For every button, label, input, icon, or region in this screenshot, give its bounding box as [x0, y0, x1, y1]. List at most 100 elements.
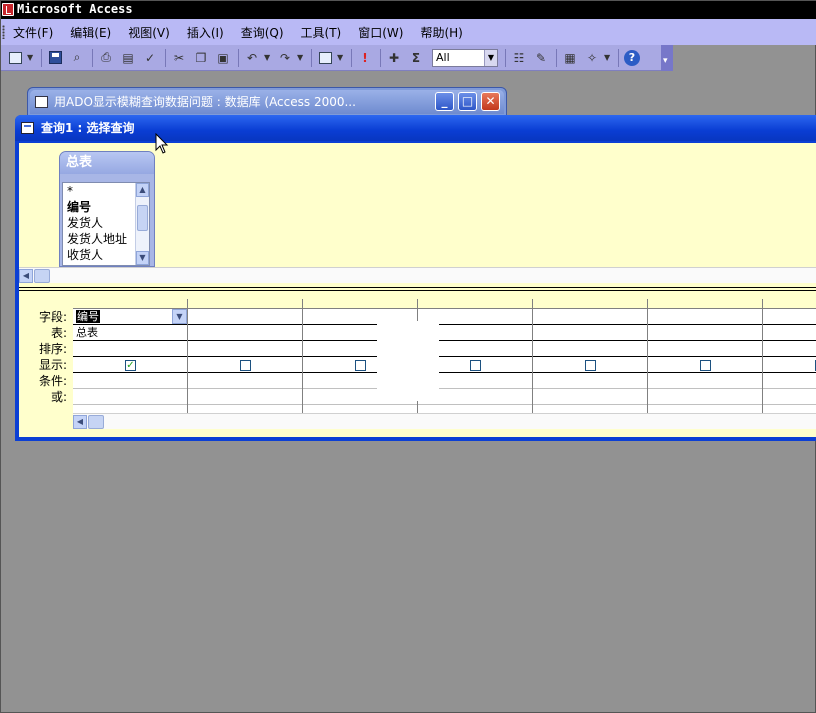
menu-query[interactable]: 查询(Q) — [241, 24, 284, 41]
field-cell[interactable] — [648, 309, 762, 325]
field-cell[interactable] — [763, 309, 816, 325]
menu-window[interactable]: 窗口(W) — [358, 24, 403, 41]
table-cell[interactable] — [648, 325, 762, 341]
scroll-up-icon[interactable]: ▲ — [136, 183, 149, 197]
scrollbar-thumb[interactable] — [88, 415, 104, 429]
criteria-cell[interactable] — [648, 373, 762, 389]
or-cell[interactable] — [73, 389, 187, 405]
column-selector[interactable] — [763, 299, 816, 309]
table-cell[interactable] — [763, 325, 816, 341]
column-selector[interactable] — [418, 299, 533, 309]
or-cell[interactable] — [533, 389, 647, 405]
show-cell[interactable] — [188, 357, 302, 373]
pane-splitter[interactable] — [19, 283, 816, 299]
or-cell[interactable] — [763, 389, 816, 405]
show-cell[interactable] — [763, 357, 816, 373]
column-selector[interactable] — [188, 299, 303, 309]
design-grid-scrollbar[interactable]: ◀ — [73, 413, 816, 429]
column-selector[interactable] — [73, 299, 188, 309]
view-icon[interactable] — [5, 48, 25, 68]
copy-icon[interactable]: ❐ — [191, 48, 211, 68]
app-titlebar[interactable]: Microsoft Access — [1, 1, 816, 19]
search-icon[interactable]: ⌕ — [67, 48, 87, 68]
table-pane-scrollbar[interactable]: ◀ — [19, 267, 816, 283]
save-icon[interactable] — [45, 48, 65, 68]
show-cell[interactable]: ✓ — [73, 357, 187, 373]
database-maximize-button[interactable]: □ — [458, 92, 477, 111]
chevron-down-icon[interactable]: ▼ — [172, 309, 187, 324]
or-cell[interactable] — [648, 389, 762, 405]
show-checkbox[interactable]: ✓ — [125, 360, 136, 371]
toolbar-options-handle[interactable] — [661, 45, 673, 71]
field-list[interactable]: * 编号 发货人 发货人地址 收货人 ▲ ▼ — [62, 182, 150, 266]
sort-cell[interactable] — [648, 341, 762, 357]
criteria-cell[interactable] — [763, 373, 816, 389]
properties-icon[interactable]: ☷ — [509, 48, 529, 68]
field-combo[interactable]: 编号 ▼ — [73, 309, 187, 324]
top-values-select[interactable]: All ▼ — [432, 48, 498, 67]
field-cell[interactable] — [533, 309, 647, 325]
paste-icon[interactable]: ▣ — [213, 48, 233, 68]
sort-cell[interactable] — [533, 341, 647, 357]
scrollbar-thumb[interactable] — [34, 269, 50, 283]
sort-cell[interactable] — [763, 341, 816, 357]
new-object-icon[interactable]: ✧ — [582, 48, 602, 68]
view-dropdown-icon[interactable]: ▼ — [27, 53, 36, 62]
field-list-window[interactable]: 总表 * 编号 发货人 发货人地址 收货人 ▲ ▼ — [59, 151, 155, 267]
field-cell[interactable]: 编号 ▼ — [73, 309, 187, 325]
menu-tools[interactable]: 工具(T) — [301, 24, 342, 41]
cut-icon[interactable]: ✂ — [169, 48, 189, 68]
sort-cell[interactable] — [73, 341, 187, 357]
column-selector[interactable] — [648, 299, 763, 309]
help-icon[interactable]: ? — [622, 48, 642, 68]
scroll-left-icon[interactable]: ◀ — [73, 415, 87, 429]
show-checkbox[interactable] — [700, 360, 711, 371]
show-table-icon[interactable]: ✚ — [384, 48, 404, 68]
new-object-dropdown-icon[interactable]: ▼ — [604, 53, 613, 62]
criteria-cell[interactable] — [73, 373, 187, 389]
redo-icon[interactable]: ↷ — [275, 48, 295, 68]
field-cell[interactable] — [188, 309, 302, 325]
query-window-titlebar[interactable]: 查询1 : 选择查询 — [15, 115, 816, 141]
menu-edit[interactable]: 编辑(E) — [70, 24, 111, 41]
chevron-down-icon[interactable]: ▼ — [484, 49, 497, 66]
sort-cell[interactable] — [188, 341, 302, 357]
menu-file[interactable]: 文件(F) — [13, 24, 53, 41]
query-type-icon[interactable] — [315, 48, 335, 68]
menu-help[interactable]: 帮助(H) — [420, 24, 462, 41]
totals-icon[interactable]: Σ — [406, 48, 426, 68]
field-list-title[interactable]: 总表 — [60, 152, 154, 174]
undo-icon[interactable]: ↶ — [242, 48, 262, 68]
scroll-down-icon[interactable]: ▼ — [136, 251, 149, 265]
column-selector[interactable] — [303, 299, 418, 309]
run-icon[interactable]: ! — [355, 48, 375, 68]
field-list-scrollbar[interactable]: ▲ ▼ — [135, 183, 149, 265]
column-selector[interactable] — [533, 299, 648, 309]
table-cell[interactable] — [533, 325, 647, 341]
database-window-icon[interactable]: ▦ — [560, 48, 580, 68]
show-cell[interactable] — [533, 357, 647, 373]
design-grid[interactable]: 编号 ▼ 总表 ✓ — [73, 299, 816, 413]
menu-view[interactable]: 视图(V) — [128, 24, 170, 41]
access-app-icon[interactable] — [2, 3, 14, 16]
database-close-button[interactable]: ✕ — [481, 92, 500, 111]
show-checkbox[interactable] — [240, 360, 251, 371]
scroll-left-icon[interactable]: ◀ — [19, 269, 33, 283]
database-minimize-button[interactable]: _ — [435, 92, 454, 111]
table-cell[interactable] — [188, 325, 302, 341]
redo-dropdown-icon[interactable]: ▼ — [297, 53, 306, 62]
show-checkbox[interactable] — [585, 360, 596, 371]
database-window-titlebar[interactable]: 用ADO显示模糊查询数据问题 : 数据库 (Access 2000... — [30, 90, 504, 114]
criteria-cell[interactable] — [533, 373, 647, 389]
show-checkbox[interactable] — [355, 360, 366, 371]
scrollbar-thumb[interactable] — [137, 205, 148, 231]
query-type-dropdown-icon[interactable]: ▼ — [337, 53, 346, 62]
show-checkbox[interactable] — [470, 360, 481, 371]
print-icon[interactable]: ⎙ — [96, 48, 116, 68]
menu-insert[interactable]: 插入(I) — [187, 24, 224, 41]
show-cell[interactable] — [648, 357, 762, 373]
builder-icon[interactable]: ✎ — [531, 48, 551, 68]
or-cell[interactable] — [188, 389, 302, 405]
undo-dropdown-icon[interactable]: ▼ — [264, 53, 273, 62]
table-cell[interactable]: 总表 — [73, 325, 187, 341]
